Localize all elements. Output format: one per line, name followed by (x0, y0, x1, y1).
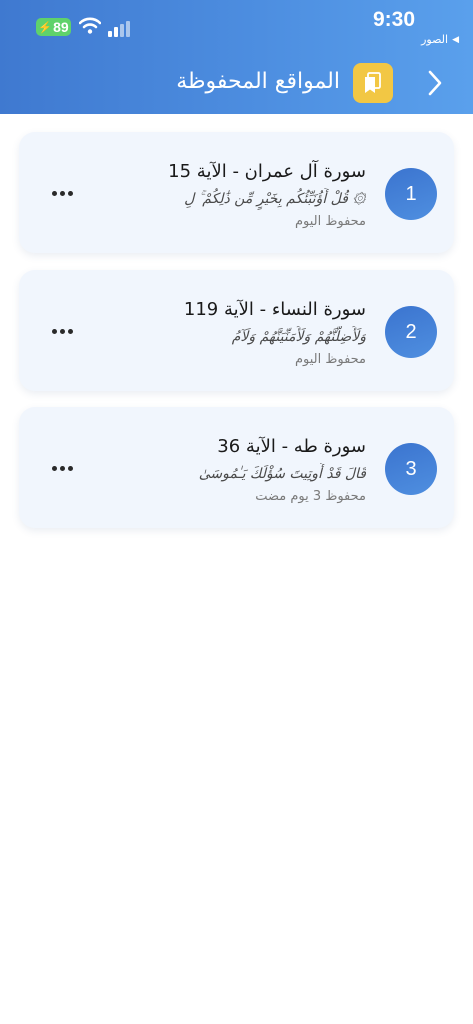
status-back-to-photos[interactable]: ◀ الصور (421, 33, 459, 46)
bookmark-excerpt: وَلَأُضِلَّنَّهُمْ وَلَأُمَنِّيَنَّهُمْ … (231, 329, 366, 345)
bookmark-text-block: سورة النساء - الآية 119 وَلَأُضِلَّنَّهُ… (106, 297, 366, 369)
status-back-label: الصور (421, 33, 449, 46)
bookmark-number-badge: 3 (385, 443, 437, 495)
battery-indicator: ⚡ 89 (36, 18, 71, 36)
bookmark-icon (353, 63, 393, 103)
cellular-signal-icon (108, 21, 130, 37)
bookmark-excerpt: قَالَ قَدْ أُوتِيتَ سُؤْلَكَ يَـٰمُوسَىٰ (198, 466, 366, 482)
wifi-icon (79, 17, 101, 34)
more-options-icon[interactable] (49, 180, 75, 206)
app-header: 9:30 ◀ الصور ⚡ 89 المواقع المحفوظة (0, 0, 473, 114)
bookmark-text-block: سورة طه - الآية 36 قَالَ قَدْ أُوتِيتَ س… (106, 434, 366, 506)
more-options-icon[interactable] (49, 455, 75, 481)
bookmark-text-block: سورة آل عمران - الآية 15 ۞ قُلْ أَؤُنَبِ… (106, 159, 366, 231)
bookmark-date: محفوظ اليوم (294, 352, 366, 367)
bookmark-title: سورة النساء - الآية 119 (183, 299, 366, 320)
battery-level: 89 (53, 19, 69, 35)
bookmark-date: محفوظ اليوم (294, 214, 366, 229)
bookmark-number-badge: 2 (385, 306, 437, 358)
bookmark-date: محفوظ 3 يوم مضت (255, 489, 366, 504)
bookmark-title: سورة طه - الآية 36 (217, 436, 366, 457)
status-time: 9:30 (372, 8, 415, 31)
bookmark-number-badge: 1 (385, 168, 437, 220)
chevron-right-icon[interactable] (428, 70, 442, 96)
bookmark-card-3[interactable]: 3 سورة طه - الآية 36 قَالَ قَدْ أُوتِيتَ… (19, 407, 454, 528)
bookmark-excerpt: ۞ قُلْ أَؤُنَبِّئُكُم بِخَيْرٍ مِّن ذَٰل… (184, 191, 366, 207)
bookmark-title: سورة آل عمران - الآية 15 (168, 161, 366, 182)
more-options-icon[interactable] (49, 318, 75, 344)
bookmark-card-2[interactable]: 2 سورة النساء - الآية 119 وَلَأُضِلَّنَّ… (19, 270, 454, 391)
bookmark-card-1[interactable]: 1 سورة آل عمران - الآية 15 ۞ قُلْ أَؤُنَ… (19, 132, 454, 253)
page-title: المواقع المحفوظة (176, 69, 340, 94)
charging-bolt-icon: ⚡ (38, 21, 53, 34)
back-triangle-icon: ◀ (452, 34, 459, 45)
